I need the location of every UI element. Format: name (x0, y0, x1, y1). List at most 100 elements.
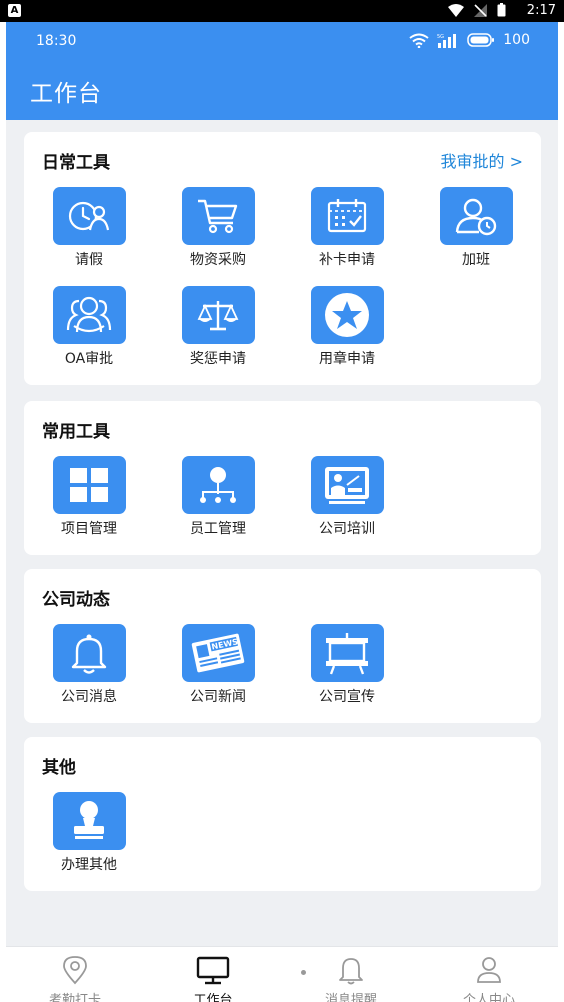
reward-punish-tile (181, 286, 255, 344)
tool-project-management[interactable]: 项目管理 (39, 456, 139, 538)
app-header: 18:30 5G 100 工作台 (6, 22, 558, 120)
app-frame: 18:30 5G 100 工作台 日常工具 我审批的 > 请假 物资采购 补卡申… (6, 22, 558, 1002)
leave-icon (68, 201, 110, 231)
calendar-check-icon (327, 199, 367, 233)
bell-icon (71, 634, 107, 674)
tool-label: 公司消息 (61, 689, 117, 705)
tool-company-messages[interactable]: 公司消息 (39, 624, 139, 706)
notification-badge: A (8, 4, 21, 17)
team-icon (66, 296, 112, 333)
nav-icon-wrap (420, 955, 558, 985)
section-title: 其他 (42, 758, 76, 778)
section-title: 公司动态 (42, 590, 110, 610)
bell-outline-icon (339, 958, 363, 985)
nav-profile[interactable]: 个人中心 (420, 947, 558, 1002)
oa-approval-tile (52, 286, 126, 344)
company-messages-tile (52, 624, 126, 682)
nav-messages[interactable]: 消息提醒 (282, 947, 420, 1002)
cellular-signal-icon: 5G (437, 33, 457, 48)
user-clock-icon (455, 198, 497, 236)
wifi-icon (448, 3, 464, 17)
tool-label: 员工管理 (190, 521, 246, 537)
tool-label: 公司新闻 (190, 689, 246, 705)
bottom-navigation: 考勤打卡 工作台 消息提醒 个人中心 (6, 946, 558, 1002)
workbench-content[interactable]: 日常工具 我审批的 > 请假 物资采购 补卡申请 加班 OA审批 奖惩申请 用章… (6, 120, 558, 946)
newspaper-icon: NEWS (191, 633, 245, 673)
tool-label: 物资采购 (190, 252, 246, 268)
common-tools-card: 常用工具 项目管理 员工管理 公司培训 (24, 401, 541, 555)
tool-company-training[interactable]: 公司培训 (297, 456, 397, 538)
person-icon (477, 957, 501, 983)
shopping-cart-icon (198, 199, 238, 234)
no-signal-icon (474, 3, 487, 17)
card-reissue-tile (310, 187, 384, 245)
nav-label: 个人中心 (462, 993, 515, 1002)
scale-icon (197, 301, 239, 331)
presentation-icon (325, 467, 369, 504)
tool-company-promotion[interactable]: 公司宣传 (297, 624, 397, 706)
tool-label: OA审批 (64, 351, 114, 367)
tool-label: 请假 (75, 252, 103, 268)
tool-other-handling[interactable]: 办理其他 (39, 792, 139, 874)
system-icons (448, 3, 506, 17)
other-tools-card: 其他 办理其他 (24, 737, 541, 891)
nav-attendance[interactable]: 考勤打卡 (6, 947, 144, 1002)
nav-icon-wrap (282, 955, 420, 985)
location-pin-icon (63, 956, 87, 985)
company-training-tile (310, 456, 384, 514)
daily-tools-card: 日常工具 我审批的 > 请假 物资采购 补卡申请 加班 OA审批 奖惩申请 用章… (24, 132, 541, 385)
svg-text:5G: 5G (437, 34, 444, 40)
company-news-card: 公司动态 公司消息 NEWS 公司新闻 公司宣传 (24, 569, 541, 723)
tool-label: 补卡申请 (319, 252, 375, 268)
tool-seal-request[interactable]: 用章申请 (297, 286, 397, 368)
company-promotion-tile (310, 624, 384, 682)
nav-workbench[interactable]: 工作台 (144, 947, 282, 1002)
battery-level: 100 (503, 32, 530, 48)
project-management-tile (52, 456, 126, 514)
other-handling-tile (52, 792, 126, 850)
tool-label: 公司培训 (319, 521, 375, 537)
tool-reward-punish[interactable]: 奖惩申请 (168, 286, 268, 368)
tool-label: 加班 (462, 252, 490, 268)
tool-label: 办理其他 (61, 857, 117, 873)
tool-overtime[interactable]: 加班 (426, 187, 526, 269)
leave-tile (52, 187, 126, 245)
tool-leave[interactable]: 请假 (39, 187, 139, 269)
stamp-icon (74, 801, 104, 839)
system-status-bar: A 2:17 (0, 0, 564, 22)
tool-oa-approval[interactable]: OA审批 (39, 286, 139, 368)
org-chart-icon (200, 467, 236, 503)
purchase-tile (181, 187, 255, 245)
easel-icon (326, 633, 368, 675)
nav-icon-wrap (6, 955, 144, 985)
tool-purchase[interactable]: 物资采购 (168, 187, 268, 269)
nav-label: 消息提醒 (324, 993, 377, 1002)
nav-icon-wrap (144, 955, 282, 985)
overtime-tile (439, 187, 513, 245)
section-title: 常用工具 (42, 422, 110, 442)
company-news-tile: NEWS (181, 624, 255, 682)
tool-label: 用章申请 (319, 351, 375, 367)
battery-icon (497, 3, 506, 17)
section-title: 日常工具 (42, 153, 110, 173)
tool-employee-management[interactable]: 员工管理 (168, 456, 268, 538)
status-indicators: 5G 100 (409, 32, 530, 48)
tool-label: 公司宣传 (319, 689, 375, 705)
star-badge-icon (325, 293, 369, 337)
nav-label: 考勤打卡 (48, 993, 101, 1002)
system-clock: 2:17 (526, 3, 556, 18)
seal-request-tile (310, 286, 384, 344)
tool-label: 奖惩申请 (190, 351, 246, 367)
monitor-icon (196, 956, 230, 985)
nav-label: 工作台 (193, 993, 233, 1002)
battery-icon (467, 33, 495, 47)
tool-card-reissue[interactable]: 补卡申请 (297, 187, 397, 269)
my-approvals-link[interactable]: 我审批的 > (441, 148, 524, 172)
tool-company-news[interactable]: NEWS 公司新闻 (168, 624, 268, 706)
wifi-icon (409, 33, 429, 48)
page-title: 工作台 (30, 81, 102, 107)
status-time: 18:30 (36, 33, 77, 49)
tool-label: 项目管理 (61, 521, 117, 537)
employee-management-tile (181, 456, 255, 514)
grid-icon (70, 468, 108, 502)
